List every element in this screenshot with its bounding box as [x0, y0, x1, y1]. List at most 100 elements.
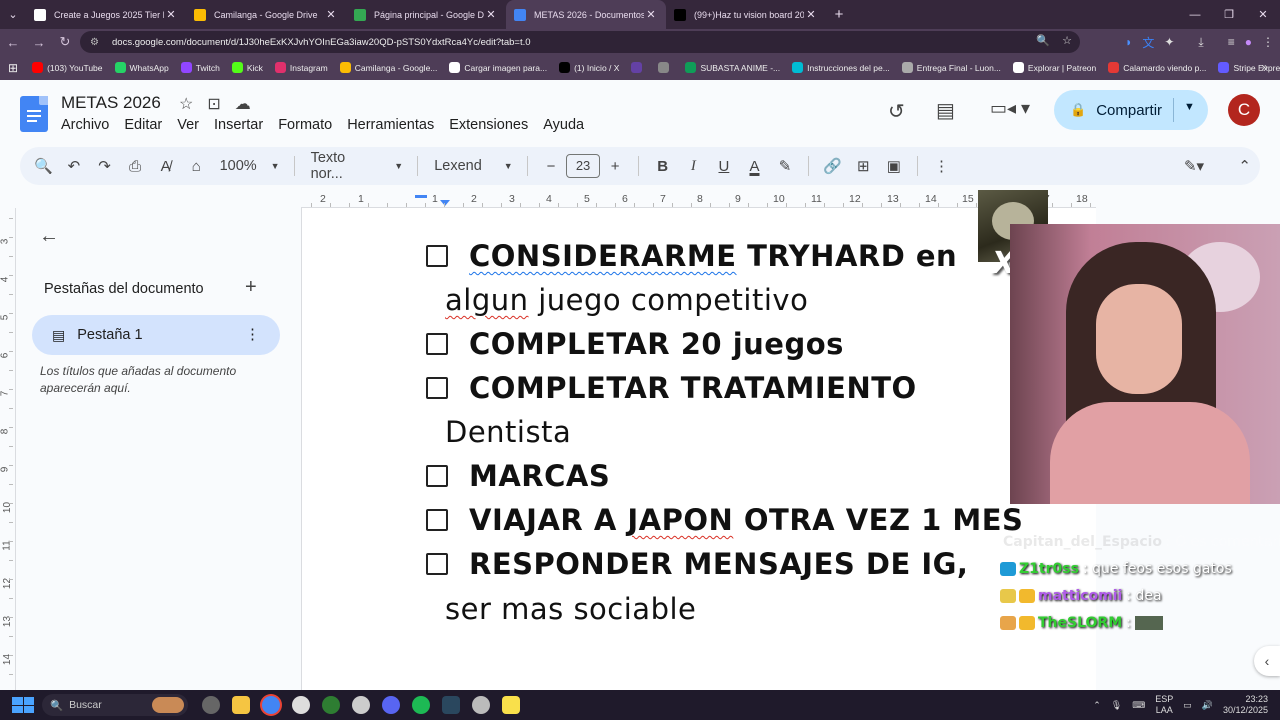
settings-icon[interactable] — [352, 696, 370, 714]
horizontal-ruler[interactable]: 21123456789101112131415161718 — [301, 190, 1096, 208]
star-icon[interactable]: ☆ — [179, 94, 193, 114]
insert-link-icon[interactable]: 🔗 — [817, 157, 848, 175]
font-select[interactable]: Lexend ▼ — [434, 158, 513, 174]
menu-item[interactable]: Editar — [124, 117, 162, 133]
steam-icon[interactable] — [292, 696, 310, 714]
extensions-puzzle-icon[interactable]: ✦ — [1164, 35, 1174, 49]
reading-list-icon[interactable]: ≡ — [1228, 35, 1235, 49]
clock[interactable]: 23:23 30/12/2025 — [1223, 694, 1268, 716]
bookmark-item[interactable]: (1) Inicio / X — [559, 62, 619, 73]
browser-tab[interactable]: Camilanga - Google Drive ✕ — [186, 0, 346, 29]
print-icon[interactable]: ⎙ — [120, 158, 151, 175]
checkbox[interactable] — [426, 509, 448, 531]
checklist-item[interactable]: COMPLETAR TRATAMIENTO — [469, 371, 917, 405]
tab-search-button[interactable]: ⌄ — [0, 0, 26, 29]
back-button[interactable]: ← — [0, 35, 26, 50]
apps-grid-icon[interactable]: ⊞ — [8, 61, 18, 75]
bookmark-item[interactable]: Cargar imagen para... — [449, 62, 547, 73]
close-tab-icon[interactable]: ✕ — [484, 8, 498, 21]
bookmark-item[interactable]: Instagram — [274, 62, 328, 73]
paint-format-icon[interactable]: ⌂ — [181, 158, 212, 175]
collapse-toolbar-icon[interactable]: ⌃ — [1229, 157, 1260, 175]
italic-icon[interactable]: I — [678, 158, 709, 175]
spotify-icon[interactable] — [412, 696, 430, 714]
menu-item[interactable]: Formato — [278, 117, 332, 133]
style-select[interactable]: Texto nor... ▼ — [311, 150, 404, 182]
browser-tab[interactable]: Página principal - Google Drive✕ — [346, 0, 506, 29]
checkbox[interactable] — [426, 333, 448, 355]
menu-item[interactable]: Insertar — [214, 117, 263, 133]
bookmark-item[interactable] — [631, 62, 646, 73]
first-line-indent-handle[interactable] — [415, 195, 427, 198]
add-comment-icon[interactable]: ⊞ — [848, 157, 879, 175]
network-icon[interactable]: ▭ — [1183, 700, 1192, 711]
close-tab-icon[interactable]: ✕ — [644, 8, 658, 21]
tab-options-icon[interactable]: ⋮ — [245, 325, 260, 343]
checklist-item-continuation[interactable]: ser mas sociable — [445, 592, 696, 626]
menu-item[interactable]: Archivo — [61, 117, 109, 133]
tray-overflow-icon[interactable]: ⌃ — [1093, 700, 1101, 711]
taskbar-search[interactable]: 🔍 Buscar — [42, 694, 188, 716]
checklist-item[interactable]: RESPONDER MENSAJES DE IG, — [469, 547, 968, 581]
spellcheck-icon[interactable]: A̸ — [150, 158, 181, 175]
cloud-status-icon[interactable]: ☁ — [235, 94, 251, 114]
bold-icon[interactable]: B — [647, 158, 678, 175]
decrease-font-size-icon[interactable]: − — [536, 158, 567, 175]
restore-button[interactable]: ❐ — [1212, 0, 1246, 29]
more-bookmarks-icon[interactable]: » — [1261, 60, 1268, 74]
bookmark-item[interactable]: SUBASTA ANIME -... — [685, 62, 780, 73]
translate-icon[interactable]: 文 — [1142, 34, 1154, 51]
checklist-item[interactable]: CONSIDERARME TRYHARD en — [469, 239, 957, 273]
bookmark-item[interactable]: Calamardo viendo p... — [1108, 62, 1206, 73]
docs-logo-icon[interactable] — [20, 96, 48, 132]
document-title[interactable]: METAS 2026 — [61, 93, 161, 113]
minimize-button[interactable]: — — [1178, 0, 1212, 29]
bookmark-item[interactable]: Explorar | Patreon — [1012, 62, 1096, 73]
close-tab-icon[interactable]: ✕ — [324, 8, 338, 21]
bookmark-item[interactable]: Instrucciones del pe... — [792, 62, 890, 73]
checkbox[interactable] — [426, 245, 448, 267]
browser-tab[interactable]: (99+)Haz tu vision board 2026 |✕ — [666, 0, 826, 29]
steam-client-icon[interactable] — [442, 696, 460, 714]
chrome-menu-icon[interactable]: ⋮ — [1262, 35, 1274, 49]
text-color-icon[interactable]: A — [739, 158, 770, 175]
omnibox[interactable]: ⚙ docs.google.com/document/d/1J30heExKXJ… — [80, 31, 1080, 53]
add-tab-icon[interactable]: + — [245, 276, 257, 299]
highlight-icon[interactable]: ✎ — [770, 157, 801, 175]
insert-image-icon[interactable]: ▣ — [879, 157, 910, 175]
microphone-icon[interactable]: 🎙 — [1111, 700, 1122, 711]
font-size-input[interactable]: 23 — [566, 154, 600, 178]
menu-item[interactable]: Herramientas — [347, 117, 434, 133]
bookmark-item[interactable]: Camilanga - Google... — [339, 62, 437, 73]
share-button[interactable]: 🔒 Compartir ▼ — [1054, 90, 1208, 130]
left-indent-handle[interactable] — [440, 200, 450, 206]
menu-item[interactable]: Ayuda — [543, 117, 584, 133]
profile-icon[interactable]: ● — [1245, 35, 1252, 49]
new-tab-button[interactable]: + — [826, 6, 852, 23]
bookmark-item[interactable]: Twitch — [180, 62, 220, 73]
checklist-item[interactable]: COMPLETAR 20 juegos — [469, 327, 844, 361]
checklist-item[interactable]: VIAJAR A JAPON OTRA VEZ 1 MES — [469, 503, 1023, 537]
bookmark-item[interactable]: Stripe Express — [1218, 62, 1280, 73]
share-dropdown-icon[interactable]: ▼ — [1184, 101, 1195, 113]
bookmark-item[interactable]: Kick — [231, 62, 263, 73]
menu-item[interactable]: Ver — [177, 117, 199, 133]
bookmark-star-icon[interactable]: ☆ — [1062, 34, 1072, 47]
chrome-icon[interactable] — [262, 696, 280, 714]
search-menus-icon[interactable]: 🔍 — [28, 157, 59, 175]
checkbox[interactable] — [426, 553, 448, 575]
more-options-icon[interactable]: ⋮ — [926, 157, 957, 175]
show-side-panel-icon[interactable]: ‹ — [1254, 646, 1280, 676]
forward-button[interactable]: → — [26, 35, 52, 50]
checklist-item-continuation[interactable]: algun juego competitivo — [445, 283, 808, 317]
download-icon[interactable]: ⤓ — [1198, 35, 1203, 50]
file-explorer-icon[interactable] — [232, 696, 250, 714]
move-folder-icon[interactable]: ⊡ — [207, 94, 220, 114]
checklist-item[interactable]: MARCAS — [469, 459, 610, 493]
bookmark-item[interactable]: WhatsApp — [114, 62, 169, 73]
comments-icon[interactable]: ▤ — [936, 98, 955, 123]
version-history-icon[interactable]: ↺ — [888, 99, 905, 124]
undo-icon[interactable]: ↶ — [59, 157, 90, 175]
close-tab-icon[interactable]: ✕ — [804, 8, 818, 21]
keyboard-icon[interactable]: ⌨ — [1132, 700, 1145, 711]
